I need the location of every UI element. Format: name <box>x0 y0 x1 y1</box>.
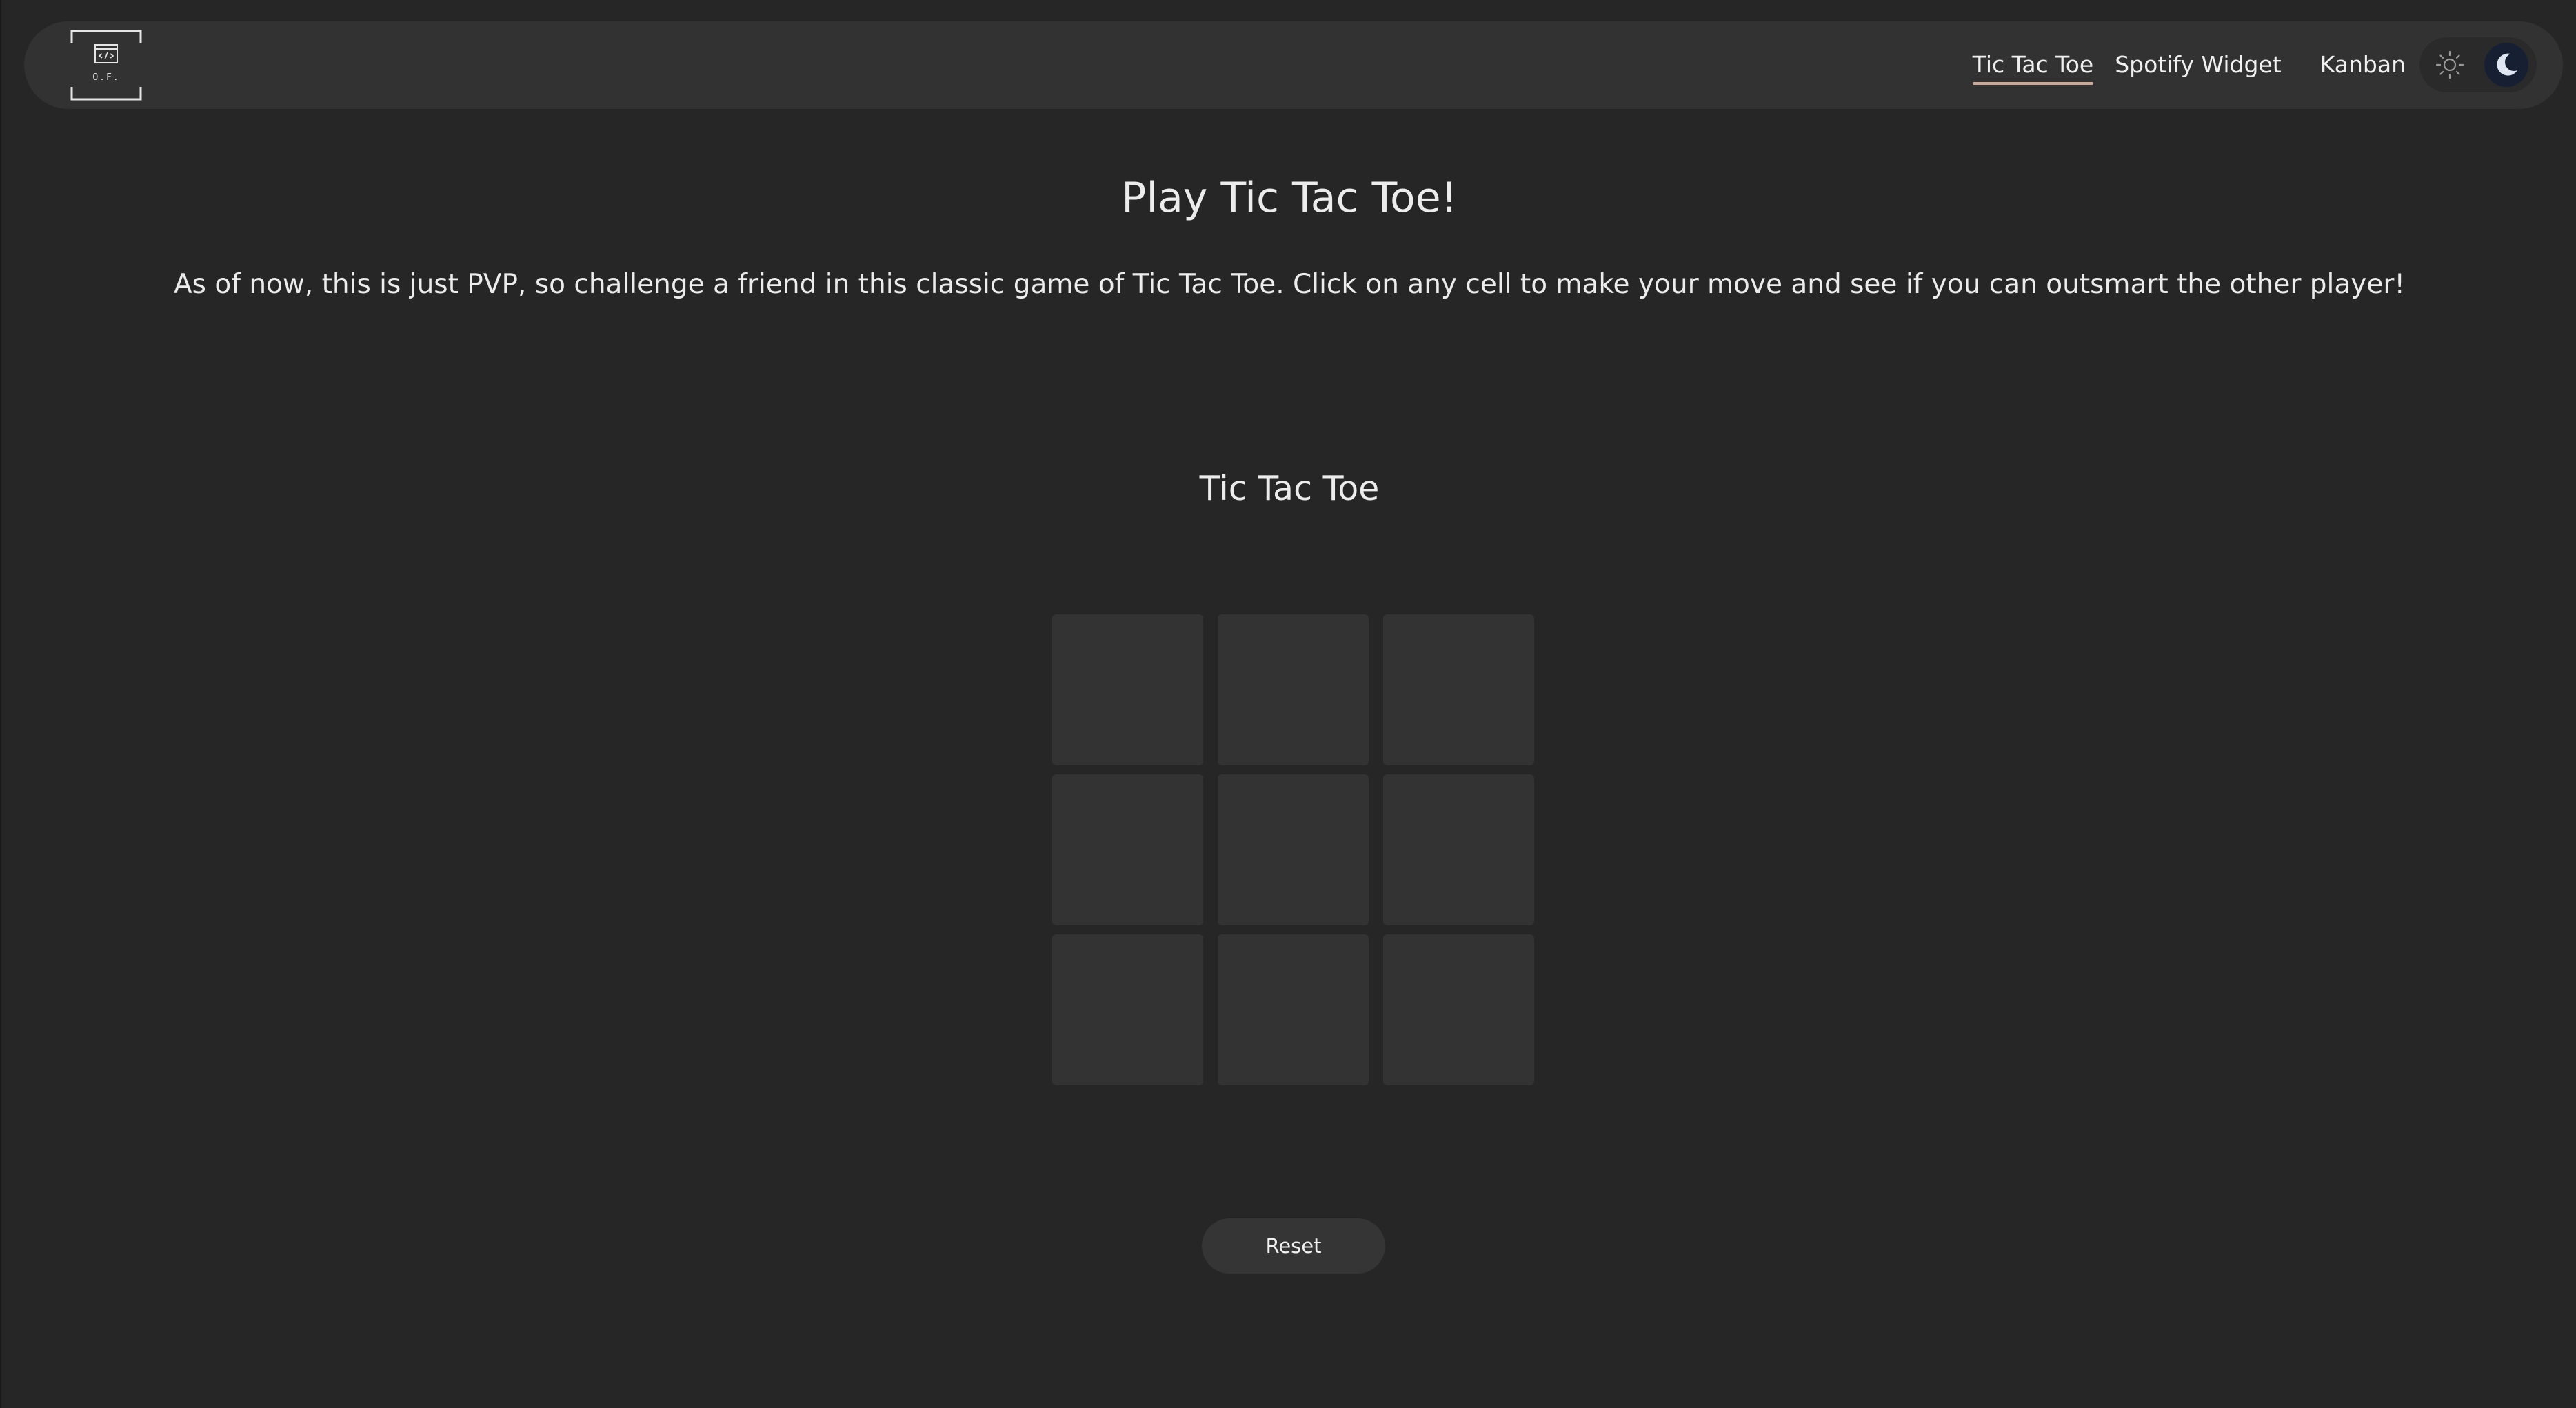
logo-frame-icon: O.F. <box>70 30 142 101</box>
board-cell-1[interactable] <box>1052 614 1203 765</box>
page-description: As of now, this is just PVP, so challeng… <box>173 269 2406 300</box>
board-cell-9[interactable] <box>1383 934 1534 1085</box>
site-logo[interactable]: O.F. <box>70 30 142 101</box>
logo-text: O.F. <box>92 72 119 83</box>
nav-link-spotify-widget[interactable]: Spotify Widget <box>2115 47 2281 83</box>
sun-icon <box>2435 50 2464 79</box>
theme-toggle <box>2419 37 2537 92</box>
moon-icon <box>2497 53 2517 76</box>
page-title: Play Tic Tac Toe! <box>1121 174 1458 222</box>
game-title: Tic Tac Toe <box>1199 469 1380 508</box>
reset-button[interactable]: Reset <box>1202 1218 1385 1274</box>
light-theme-button[interactable] <box>2428 43 2472 87</box>
board-cell-7[interactable] <box>1052 934 1203 1085</box>
page: O.F. Tic Tac Toe Spotify Widget Kanban P… <box>0 0 2576 1408</box>
nav-link-kanban[interactable]: Kanban <box>2320 47 2406 83</box>
board-cell-5[interactable] <box>1218 774 1369 925</box>
board-cell-4[interactable] <box>1052 774 1203 925</box>
game-board <box>1052 614 1535 1086</box>
board-cell-2[interactable] <box>1218 614 1369 765</box>
board-cell-3[interactable] <box>1383 614 1534 765</box>
nav-links: Tic Tac Toe Spotify Widget Kanban <box>1972 21 2406 109</box>
nav-link-tic-tac-toe[interactable]: Tic Tac Toe <box>1972 47 2093 85</box>
navbar: O.F. Tic Tac Toe Spotify Widget Kanban <box>24 21 2563 109</box>
dark-theme-button[interactable] <box>2484 43 2528 87</box>
board-cell-8[interactable] <box>1218 934 1369 1085</box>
board-cell-6[interactable] <box>1383 774 1534 925</box>
